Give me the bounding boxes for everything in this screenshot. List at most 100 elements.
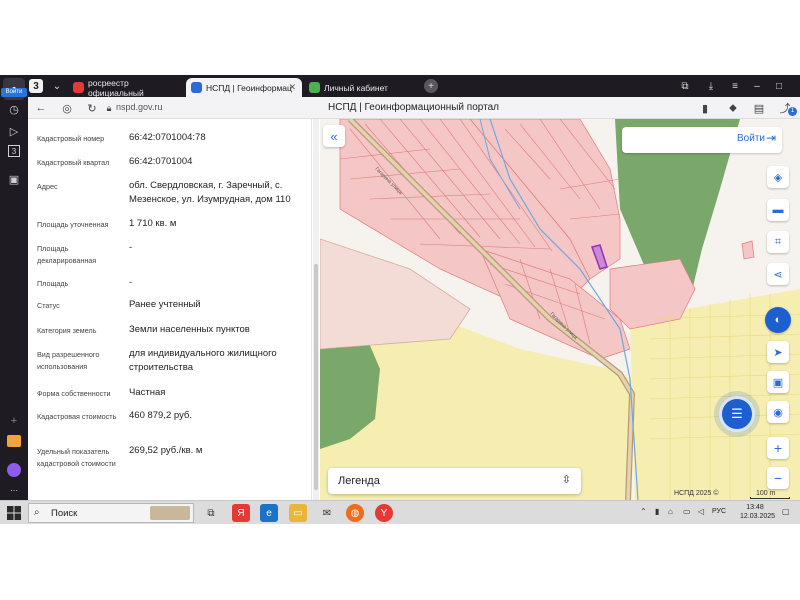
explorer-icon[interactable]: ▭ (289, 504, 307, 522)
address-bar: ← ◎ ↻ 🔒︎ nspd.gov.ru НСПД | Геоинформаци… (28, 97, 800, 119)
back-icon[interactable]: ← (34, 101, 48, 115)
info-label: Площадь уточненная (37, 220, 109, 229)
collapse-panel-button[interactable]: « (323, 125, 345, 147)
tray-chevron-icon[interactable]: ⌃ (640, 507, 647, 516)
print-icon[interactable]: ▣ (767, 371, 789, 393)
info-value: - (129, 242, 133, 253)
history-icon[interactable]: ◷ (4, 99, 24, 119)
alice-icon[interactable] (4, 460, 24, 480)
share-icon[interactable]: ⋖ (767, 263, 789, 285)
panel-scrollbar[interactable] (313, 119, 319, 500)
info-value: Земли населенных пунктов (129, 324, 250, 335)
cadastral-map[interactable]: Гагарина улица Гагарина улица « Войти ⇥ … (320, 119, 800, 500)
info-label: Кадастровый квартал (37, 158, 110, 167)
bookmarks-icon[interactable]: ⧉ (678, 79, 692, 93)
screen: ● Войти ◷ ▷ 3 ▣ + ⋯ 3 ⌄ росреестр официа… (0, 75, 800, 524)
sidebar-badge-icon[interactable]: 3 (8, 145, 20, 157)
chat-button[interactable]: ☰ (719, 396, 755, 432)
chevron-updown-icon[interactable]: ⇳ (562, 473, 571, 486)
url-field[interactable]: nspd.gov.ru (116, 102, 162, 112)
reload-icon[interactable]: ↻ (85, 101, 99, 115)
login-icon: ⇥ (765, 131, 776, 145)
tray-language[interactable]: РУС (712, 508, 726, 515)
tab-cabinet[interactable]: Личный кабинет (304, 78, 420, 97)
tab-bar: 3 ⌄ росреестр официальный НСПД | Геоинфо… (28, 75, 800, 98)
info-value: 66:42:0701004 (129, 156, 193, 167)
close-icon[interactable]: ✕ (288, 82, 296, 93)
tab-rosreestr[interactable]: росреестр официальный (68, 78, 184, 98)
play-icon[interactable]: ▷ (4, 121, 24, 141)
select-area-icon[interactable]: ⌗ (767, 231, 789, 253)
chat-icon: ☰ (731, 406, 743, 421)
yandex-browser-icon[interactable]: Y (375, 504, 393, 522)
navigate-icon[interactable]: ➤ (767, 341, 789, 363)
scale-bar (750, 497, 790, 499)
sidebar-login-button[interactable]: Войти (1, 88, 27, 97)
reader-icon[interactable]: ▤ (752, 101, 766, 115)
login-button[interactable]: Войти ⇥ (622, 127, 782, 153)
info-value: 269,52 руб./кв. м (129, 445, 203, 456)
info-label: Удельный показатель кадастровой стоимост… (37, 447, 116, 468)
lock-icon: 🔒︎ (106, 102, 112, 113)
bookmark-icon[interactable]: ▮ (698, 101, 712, 115)
page-title: НСПД | Геоинформационный портал (328, 102, 499, 113)
legend-panel[interactable]: Легенда ⇳ (328, 468, 581, 494)
clock-date: 12.03.2025 (740, 513, 776, 520)
more-icon[interactable]: ⋯ (4, 480, 24, 500)
info-value: для индивидуального жилищного строительс… (129, 348, 277, 373)
windows-start-icon[interactable] (7, 506, 21, 520)
info-label: Кадастровый номер (37, 134, 105, 143)
downloads-icon[interactable]: ⤓ (704, 79, 718, 93)
zoom-out-button[interactable]: − (767, 467, 789, 489)
info-value: обл. Свердловская, г. Заречный, с. Мезен… (129, 180, 291, 205)
assistant-icon[interactable]: ◐ (765, 307, 791, 333)
tray-volume-icon[interactable]: ◁ (698, 507, 704, 516)
tab-nspd[interactable]: НСПД | Геоинформац ✕ (186, 78, 302, 97)
info-label: Статус (37, 301, 60, 310)
info-label: Площадь (37, 279, 69, 288)
minimize-icon[interactable]: – (750, 79, 764, 93)
info-label: Адрес (37, 182, 58, 191)
new-tab-icon[interactable]: + (424, 79, 438, 93)
map-canvas[interactable]: Гагарина улица Гагарина улица (320, 119, 800, 500)
tabs-menu-icon[interactable]: 3 (29, 79, 43, 93)
taskbar: ⌕ Поиск ⧉ Я e ▭ ✉ ◍ Y ⌃ ▮ ⌂ ▭ ◁ РУС 13:4… (0, 500, 800, 524)
pin-icon[interactable]: ⬥ (726, 101, 740, 115)
add-icon[interactable]: + (4, 411, 24, 431)
info-value: 1 710 кв. м (129, 218, 177, 229)
location-icon[interactable]: ◉ (767, 401, 789, 423)
tray-network-icon[interactable]: ⌂ (668, 507, 673, 516)
info-label: Форма собственности (37, 389, 111, 398)
ruler-icon[interactable]: ▬ (767, 199, 789, 221)
search-icon: ⌕ (34, 507, 40, 518)
chevron-down-icon[interactable]: ⌄ (50, 79, 64, 93)
tray-battery-icon[interactable]: ▭ (683, 507, 691, 516)
firefox-icon[interactable]: ◍ (346, 504, 364, 522)
tray-clock[interactable]: 13:48 12.03.2025 (740, 503, 776, 521)
notifications-icon[interactable]: ▢ (782, 507, 790, 516)
info-value: 66:42:0701004:78 (129, 132, 206, 143)
search-highlight-image (150, 506, 190, 520)
scrollbar-thumb[interactable] (314, 264, 318, 490)
task-view-icon[interactable]: ⧉ (202, 504, 220, 522)
mail-icon[interactable] (4, 431, 24, 451)
yandex-favicon-icon (73, 82, 84, 93)
taskbar-search[interactable]: ⌕ Поиск (28, 503, 194, 523)
tray-mic-icon[interactable]: ▮ (655, 507, 659, 516)
info-value: Ранее учтенный (129, 299, 201, 310)
camera-icon[interactable]: ▣ (4, 169, 24, 189)
edge-icon[interactable]: e (260, 504, 278, 522)
maximize-icon[interactable]: □ (772, 79, 786, 93)
yandex-icon[interactable]: Я (232, 504, 250, 522)
parcel-info-panel: Кадастровый номер 66:42:0701004:78 Кадас… (28, 119, 312, 500)
menu-icon[interactable]: ≡ (728, 79, 742, 93)
login-label: Войти (737, 133, 765, 144)
nspd-favicon-icon (191, 82, 202, 93)
map-copyright: НСПД 2025 © (674, 490, 719, 497)
scale-label: 100 m (756, 490, 776, 497)
zoom-in-button[interactable]: + (767, 437, 789, 459)
mail-app-icon[interactable]: ✉ (318, 504, 336, 522)
layers-icon[interactable]: ◈ (767, 166, 789, 188)
browser-sidebar: ● Войти ◷ ▷ 3 ▣ + ⋯ (0, 75, 28, 500)
protect-icon[interactable]: ◎ (60, 101, 74, 115)
